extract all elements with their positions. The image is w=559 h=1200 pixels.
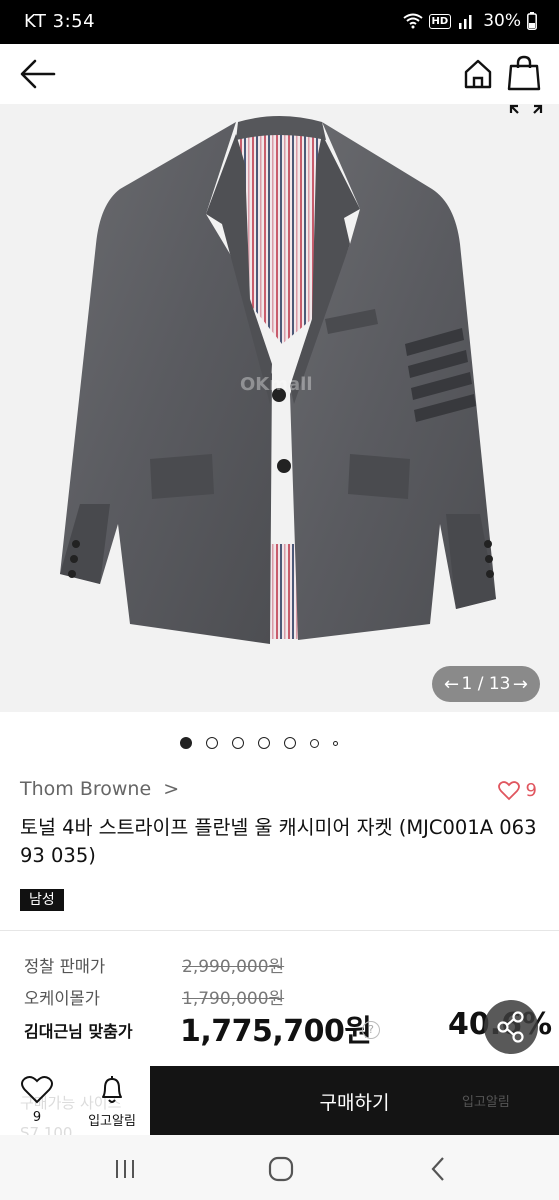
member-price: 1,775,700원 <box>180 1014 372 1049</box>
chevron-right-icon: > <box>163 778 180 800</box>
brand-link[interactable]: Thom Browne > <box>20 778 179 800</box>
okmall-price-label: 오케이몰가 <box>24 989 100 1008</box>
app-header <box>0 44 559 104</box>
image-watermark: OKmall <box>240 374 313 395</box>
member-price-label: 김대근님 맞춤가 <box>24 1022 133 1041</box>
battery-percent: 30% <box>483 11 521 31</box>
pagination-dot[interactable] <box>332 740 338 746</box>
like-count: 9 <box>525 780 537 801</box>
back-nav-icon[interactable] <box>428 1156 448 1182</box>
signal-icon <box>459 15 472 29</box>
hd-badge: HD <box>428 13 452 29</box>
image-pagination-dots <box>0 735 559 751</box>
product-jacket-image <box>60 116 496 644</box>
brand-name: Thom Browne <box>20 778 152 800</box>
shopping-bag-icon <box>507 55 541 91</box>
like-button[interactable]: 9 <box>497 780 537 801</box>
product-title: 토널 4바 스트라이프 플란넬 울 캐시미어 자켓 (MJC001A 06393… <box>20 816 537 867</box>
wishlist-count: 9 <box>32 1110 42 1125</box>
share-button[interactable] <box>484 1000 538 1054</box>
restock-alert-label: 입고알림 <box>88 1114 136 1129</box>
home-nav-icon[interactable] <box>268 1156 294 1182</box>
share-icon <box>497 1011 524 1043</box>
wifi-icon <box>402 13 423 29</box>
wishlist-button[interactable]: 9 <box>0 1066 74 1135</box>
pagination-dot[interactable] <box>283 737 296 749</box>
battery-icon <box>527 12 537 30</box>
pagination-dot[interactable] <box>179 737 192 749</box>
pagination-dot[interactable] <box>205 737 218 749</box>
buy-button[interactable]: 구매하기 입고알림 <box>150 1066 559 1135</box>
pagination-dot[interactable] <box>231 737 244 749</box>
info-icon[interactable]: ? <box>362 1021 380 1039</box>
gender-badge: 남성 <box>20 889 64 911</box>
status-carrier-time: KT 3:54 <box>24 11 96 32</box>
home-button[interactable] <box>460 56 496 92</box>
heart-outline-icon <box>21 1075 53 1104</box>
system-nav-bar <box>0 1135 559 1200</box>
back-button[interactable] <box>18 56 58 92</box>
next-image-icon[interactable]: → <box>513 674 528 695</box>
retail-price-label: 정찰 판매가 <box>24 957 106 976</box>
home-icon <box>464 59 492 89</box>
image-counter[interactable]: ← 1 / 13 → <box>432 666 540 702</box>
bell-icon <box>102 1076 122 1103</box>
prev-image-icon[interactable]: ← <box>444 674 459 695</box>
product-image-gallery[interactable]: OKmall ← 1 / 13 → <box>0 104 559 712</box>
buy-ghost-label: 입고알림 <box>462 1095 510 1110</box>
restock-alert-button[interactable]: 입고알림 <box>74 1066 150 1135</box>
image-counter-text: 1 / 13 <box>461 674 511 694</box>
shopping-bag-button[interactable] <box>506 54 542 92</box>
recent-apps-icon[interactable] <box>113 1157 137 1181</box>
arrow-left-icon <box>20 59 56 89</box>
heart-icon <box>497 780 520 800</box>
retail-price: 2,990,000원 <box>182 957 285 977</box>
divider <box>0 930 559 931</box>
status-bar: KT 3:54 HD 30% <box>0 0 559 44</box>
status-icons: HD 30% <box>402 11 537 31</box>
pagination-dot[interactable] <box>309 738 319 748</box>
pagination-dot[interactable] <box>257 737 270 749</box>
